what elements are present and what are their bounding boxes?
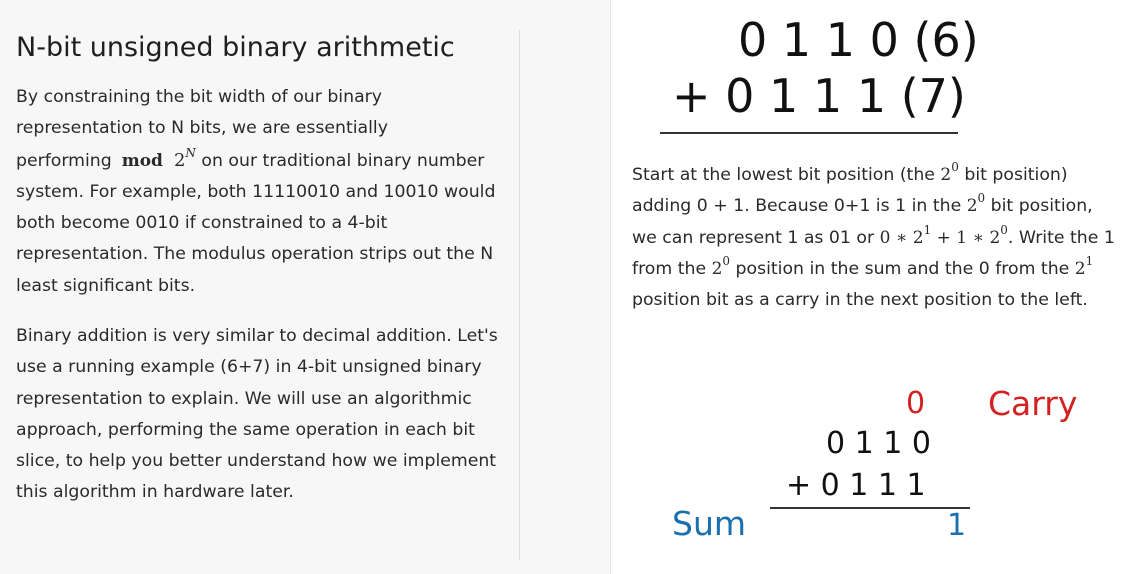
addend-row-7: + 0 1 1 1 (7) xyxy=(672,69,966,123)
bottom-sum-rule-line xyxy=(770,507,970,509)
paragraph-lowest-bit: Start at the lowest bit position (the 20… xyxy=(632,160,1122,316)
mod-operator: mod xyxy=(121,150,163,171)
bottom-addend-row-2: + 0 1 1 1 xyxy=(786,468,926,503)
math-base: 2 xyxy=(711,258,723,279)
paragraph-modulus: By constraining the bit width of our bin… xyxy=(16,82,512,302)
rp-text-1: Start at the lowest bit position (the xyxy=(632,165,941,185)
carry-label: Carry xyxy=(988,384,1078,423)
addend-row-6: 0 1 1 0 (6) xyxy=(738,13,979,67)
sum-label: Sum xyxy=(672,504,747,543)
math-base: 2 xyxy=(940,165,952,185)
column-divider xyxy=(519,30,520,560)
math-exp: 1 xyxy=(1085,253,1094,268)
left-pane: N-bit unsigned binary arithmetic By cons… xyxy=(0,0,610,574)
page-heading: N-bit unsigned binary arithmetic xyxy=(16,32,455,63)
carry-digit: 0 xyxy=(906,386,926,421)
rp-text-5: position in the sum and the 0 from the xyxy=(730,258,1075,279)
math-expansion: 0 ∗ 21 + 1 ∗ 20 xyxy=(879,224,1008,248)
mod-base: 2N xyxy=(173,147,196,171)
mod-exponent: N xyxy=(185,145,196,160)
p1-text-after: on our traditional binary number system.… xyxy=(16,150,496,296)
sum-digit: 1 xyxy=(947,508,967,543)
rp-text-6: position bit as a carry in the next posi… xyxy=(632,290,1088,311)
math-2-pow-0-b: 20 xyxy=(966,192,985,217)
math-term-b: + 1 ∗ 2 xyxy=(931,227,1001,248)
sum-rule-line xyxy=(660,132,958,134)
math-base: 2 xyxy=(966,196,978,217)
math-2-pow-0-c: 20 xyxy=(711,255,730,279)
bottom-addend-row-1: 0 1 1 0 xyxy=(826,426,931,461)
math-term-a: 0 ∗ 2 xyxy=(879,227,924,248)
pane-divider xyxy=(610,0,611,574)
paragraph-binary-addition: Binary addition is very similar to decim… xyxy=(16,326,498,503)
addition-example-bottom: 0 Carry 0 1 1 0 + 0 1 1 1 Sum 1 xyxy=(660,380,1120,560)
addition-example-top: 0 1 1 0 (6) + 0 1 1 1 (7) xyxy=(660,14,1080,144)
mod-base-number: 2 xyxy=(173,149,186,171)
math-exp: 0 xyxy=(722,253,731,268)
math-exp: 0 xyxy=(951,160,959,174)
math-2-pow-0-a: 20 xyxy=(940,161,958,185)
math-exp: 0 xyxy=(1000,222,1008,237)
math-base: 2 xyxy=(1074,258,1086,279)
math-2-pow-1: 21 xyxy=(1074,255,1093,279)
